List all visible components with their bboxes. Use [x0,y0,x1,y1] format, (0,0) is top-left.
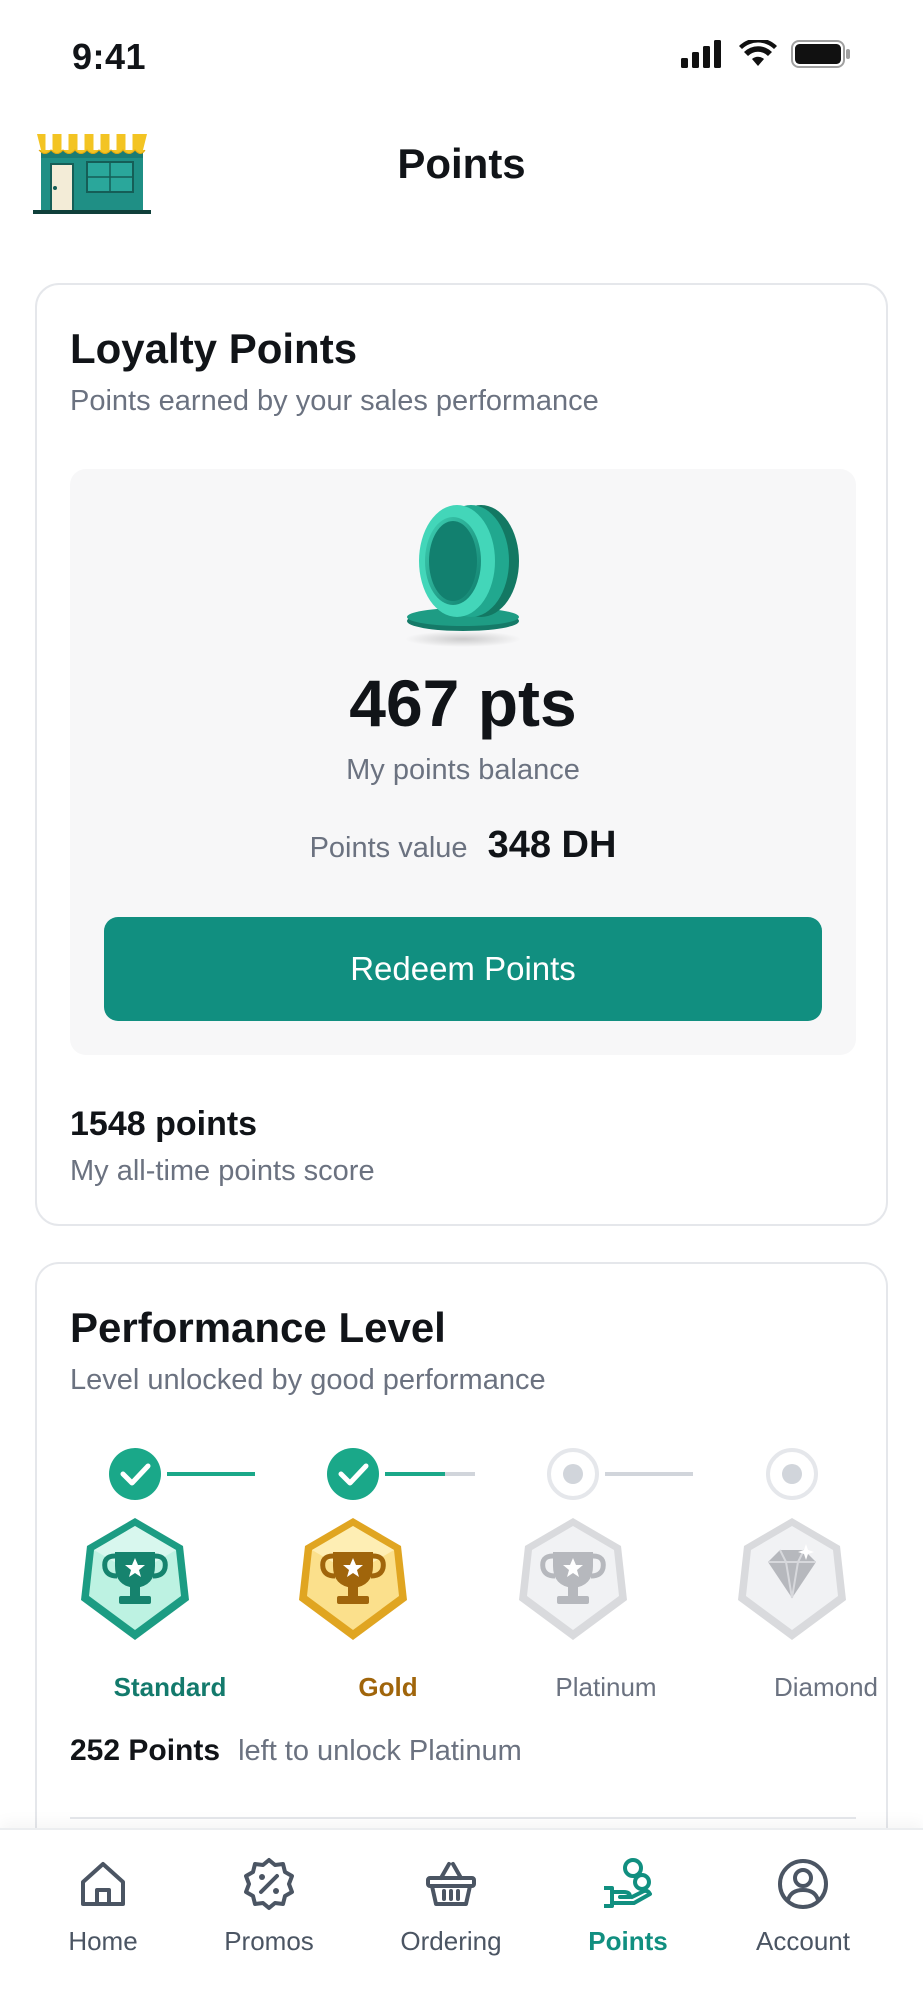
status-time: 9:41 [72,36,147,77]
nav-item-promos[interactable]: Promos [189,1856,349,1976]
level-divider [70,1817,856,1819]
page-title: Points [397,140,526,187]
hand-coins-icon [604,1858,652,1908]
home-icon [81,1862,125,1906]
unlock-info: 252 Points left to unlock Platinum [70,1734,522,1768]
check-step-gold-icon [327,1448,379,1500]
standard-badge-icon [81,1518,189,1640]
points-value-amount: 348 DH [487,824,617,866]
nav-label-ordering: Ordering [400,1926,502,1956]
percent-badge-icon [244,1858,294,1910]
balance-panel: 467 pts My points balance Points value 3… [70,469,856,1055]
nav-label-home: Home [68,1926,138,1956]
level-label-diamond: Diamond [773,1672,879,1702]
cellular-signal-icon [681,40,721,68]
locked-step-diamond-icon [766,1448,818,1500]
loyalty-points-card: Loyalty Points Points earned by your sal… [35,283,888,1226]
bottom-navigation: Home Promos Ordering Points Account [0,1828,923,2000]
performance-title: Performance Level [70,1304,446,1351]
points-balance-label: My points balance [346,754,580,786]
redeem-points-button[interactable]: Redeem Points [104,917,822,1021]
nav-item-points[interactable]: Points [548,1856,708,1976]
gold-badge-icon [299,1518,407,1640]
points-value-row: Points value 348 DH [70,824,856,867]
basket-icon [426,1862,476,1906]
status-icons [681,40,851,68]
nav-label-points: Points [588,1926,668,1956]
alltime-points-value: 1548 points [70,1105,258,1143]
user-circle-icon [778,1859,828,1909]
header: Points [0,110,923,230]
points-value-label: Points value [309,832,468,864]
status-bar: 9:41 [0,0,923,110]
unlock-points-remaining: 252 Points [70,1734,221,1767]
nav-item-account[interactable]: Account [723,1856,883,1976]
battery-icon [791,40,850,68]
alltime-points-label: My all-time points score [70,1155,375,1187]
loyalty-title: Loyalty Points [70,325,358,372]
check-step-standard-icon [109,1448,161,1500]
level-label-platinum: Platinum [555,1672,657,1702]
locked-step-platinum-icon [547,1448,599,1500]
diamond-badge-icon [738,1518,846,1640]
unlock-text: left to unlock Platinum [238,1735,522,1767]
coin-stack-icon [405,505,521,647]
nav-item-ordering[interactable]: Ordering [371,1856,531,1976]
points-balance-value: 467 pts [349,666,577,740]
level-progress-track [109,1448,818,1500]
nav-label-promos: Promos [224,1926,314,1956]
nav-item-home[interactable]: Home [23,1856,183,1976]
wifi-icon [739,40,777,66]
performance-subtitle: Level unlocked by good performance [70,1364,546,1396]
level-label-standard: Standard [113,1672,227,1702]
level-label-gold: Gold [358,1672,418,1702]
loyalty-subtitle: Points earned by your sales performance [70,385,599,417]
level-badges [70,1514,860,1674]
platinum-badge-icon [519,1518,627,1640]
nav-label-account: Account [756,1926,850,1956]
